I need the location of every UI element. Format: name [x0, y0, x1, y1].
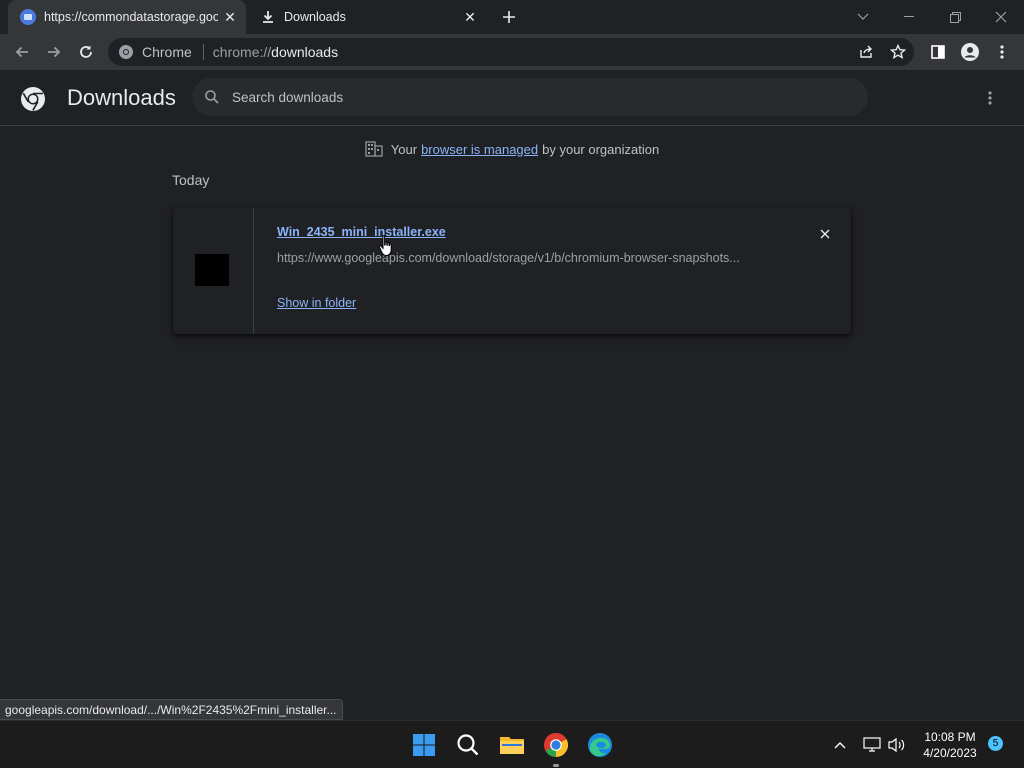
managed-text-post: by your organization [542, 141, 660, 157]
show-in-folder-link[interactable]: Show in folder [277, 296, 356, 310]
network-icon[interactable] [862, 733, 882, 757]
tab-label: https://commondatastorage.goo [44, 10, 218, 24]
taskbar-search-icon[interactable] [452, 729, 484, 761]
browser-managed-link[interactable]: browser is managed [421, 142, 538, 157]
new-tab-button[interactable] [498, 6, 520, 28]
tab-commondatastorage[interactable]: https://commondatastorage.goo ✕ [8, 0, 246, 34]
clock-date: 4/20/2023 [923, 746, 977, 760]
download-icon [260, 9, 276, 25]
page-title: Downloads [67, 85, 176, 110]
chrome-taskbar-icon[interactable] [540, 729, 572, 761]
title-bar: https://commondatastorage.goo ✕ Download… [0, 0, 1024, 34]
edge-icon[interactable] [584, 729, 616, 761]
remove-download-icon[interactable] [815, 224, 835, 244]
file-icon [195, 254, 229, 286]
restore-button[interactable] [932, 0, 978, 34]
file-icon-column [173, 208, 254, 334]
back-button[interactable] [8, 38, 36, 66]
search-icon [204, 89, 220, 105]
omnibox-divider [202, 44, 204, 60]
download-source-url: https://www.googleapis.com/download/stor… [277, 251, 740, 265]
share-icon[interactable] [852, 38, 880, 66]
search-box[interactable] [192, 78, 868, 116]
site-info-chip[interactable]: Chrome [118, 44, 192, 60]
downloads-header: Downloads [0, 70, 1024, 126]
system-clock[interactable]: 10:08 PM 4/20/2023 [910, 729, 990, 761]
bookmark-star-icon[interactable] [884, 38, 912, 66]
address-bar[interactable]: Chrome chrome://downloads [108, 38, 914, 66]
hand-cursor-icon [378, 234, 396, 263]
status-bubble: googleapis.com/download/.../Win%2F2435%2… [0, 699, 343, 720]
download-filename-link[interactable]: Win_2435_mini_installer.exe [277, 225, 446, 239]
more-actions-icon[interactable] [978, 84, 1002, 112]
tab-label: Downloads [284, 10, 346, 24]
tab-downloads[interactable]: Downloads ✕ [248, 0, 486, 34]
tab-close-icon[interactable]: ✕ [462, 9, 478, 25]
tab-close-icon[interactable]: ✕ [222, 9, 238, 25]
profile-avatar-icon[interactable] [956, 38, 984, 66]
managed-notice: Your browser is managed by your organiza… [0, 138, 1024, 160]
start-windows-icon[interactable] [408, 729, 440, 761]
notification-badge[interactable]: 5 [988, 736, 1003, 751]
file-explorer-icon[interactable] [496, 729, 528, 761]
chrome-menu-icon[interactable] [988, 38, 1016, 66]
status-url: googleapis.com/download/.../Win%2F2435%2… [5, 702, 337, 717]
minimize-button[interactable] [886, 0, 932, 34]
taskbar: 10:08 PM 4/20/2023 [0, 720, 1024, 768]
chrome-logo-icon [20, 86, 46, 117]
search-input[interactable] [230, 88, 834, 106]
download-item: Win_2435_mini_installer.exe https://www.… [173, 208, 851, 334]
forward-button[interactable] [40, 38, 68, 66]
site-favicon-icon [20, 9, 36, 25]
show-hidden-icons-chevron-icon[interactable] [830, 733, 850, 757]
building-icon [365, 141, 383, 157]
chrome-icon [119, 45, 133, 59]
tab-search-chevron-icon[interactable] [840, 0, 886, 34]
managed-text-pre: Your [390, 141, 418, 157]
chrome-running-indicator [553, 764, 559, 767]
side-panel-icon[interactable] [924, 38, 952, 66]
volume-icon[interactable] [886, 733, 908, 757]
url-text[interactable]: chrome://downloads [213, 44, 338, 60]
chip-label: Chrome [142, 44, 192, 60]
close-window-button[interactable] [978, 0, 1024, 34]
clock-time: 10:08 PM [924, 730, 976, 744]
browser-toolbar: Chrome chrome://downloads [0, 34, 1024, 70]
date-group-label: Today [172, 172, 210, 188]
reload-button[interactable] [72, 38, 100, 66]
